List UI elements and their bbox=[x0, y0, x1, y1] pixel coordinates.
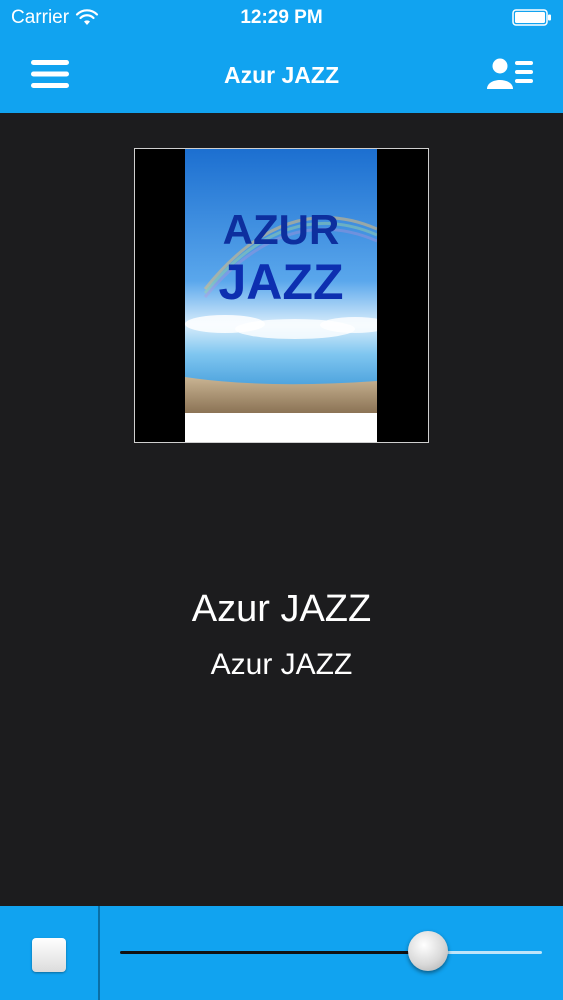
stop-button[interactable] bbox=[32, 938, 66, 972]
album-text-line1: AZUR bbox=[223, 206, 340, 253]
page-title: Azur JAZZ bbox=[224, 62, 339, 88]
contacts-list-icon bbox=[487, 58, 533, 89]
album-text-line2: JAZZ bbox=[219, 254, 344, 310]
status-time: 12:29 PM bbox=[240, 7, 323, 28]
battery-icon bbox=[512, 9, 551, 26]
status-bar: Carrier 12:29 PM bbox=[0, 0, 563, 36]
now-playing-title: Azur JAZZ bbox=[191, 588, 372, 630]
volume-slider[interactable] bbox=[120, 906, 542, 1000]
player-controls bbox=[0, 906, 563, 1000]
now-playing-artist: Azur JAZZ bbox=[210, 648, 353, 681]
navigation-bar: Azur JAZZ bbox=[0, 36, 563, 113]
album-artwork: AZUR JAZZ bbox=[134, 148, 429, 443]
album-cover-image: AZUR JAZZ bbox=[185, 149, 377, 442]
controls-divider bbox=[98, 906, 100, 1000]
volume-slider-fill bbox=[120, 951, 429, 954]
app-header: Carrier 12:29 PM Azur JAZZ bbox=[0, 0, 563, 113]
volume-slider-knob[interactable] bbox=[408, 931, 449, 971]
contacts-button[interactable] bbox=[487, 54, 535, 94]
